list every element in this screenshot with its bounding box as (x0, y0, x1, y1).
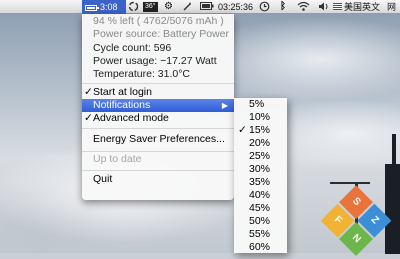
threshold-option[interactable]: 40% (234, 189, 287, 202)
input-method-label[interactable]: 美国英文 (344, 1, 380, 13)
threshold-option[interactable]: 25% (234, 150, 287, 163)
building-silhouette (385, 164, 400, 254)
checkmark-icon: ✓ (84, 86, 93, 98)
threshold-label: 45% (249, 202, 271, 214)
info-power-usage: Power usage: −17.27 Watt (93, 55, 217, 67)
threshold-option[interactable]: 30% (234, 163, 287, 176)
threshold-label: 50% (249, 215, 271, 227)
info-power-source: Power source: Battery Power (93, 28, 229, 40)
battery-dropdown-menu: 94 % left ( 4762/5076 mAh ) Power source… (82, 14, 234, 200)
checkmark-icon: ✓ (84, 112, 93, 124)
gear-icon[interactable]: ⚙ (164, 1, 173, 13)
threshold-label: 60% (249, 241, 271, 253)
threshold-option[interactable]: 5% (234, 98, 287, 111)
threshold-label: 30% (249, 163, 271, 175)
advanced-mode-label: Advanced mode (93, 112, 169, 124)
notifications-label: Notifications (93, 99, 151, 111)
threshold-label: 25% (249, 150, 271, 162)
threshold-option[interactable]: 50% (234, 215, 287, 228)
threshold-option[interactable]: 10% (234, 111, 287, 124)
threshold-label: 10% (249, 111, 271, 123)
start-at-login-label: Start at login (93, 86, 152, 98)
threshold-label: 40% (249, 189, 271, 201)
advanced-mode-item[interactable]: ✓ Advanced mode (82, 112, 234, 125)
crane-silhouette (330, 182, 370, 184)
time-machine-icon[interactable] (259, 1, 270, 13)
info-temperature: Temperature: 31.0°C (93, 68, 190, 80)
threshold-option[interactable]: 35% (234, 176, 287, 189)
menu-separator (82, 151, 234, 152)
notifications-item[interactable]: Notifications ▶ (82, 99, 234, 112)
wifi-icon[interactable] (297, 1, 310, 13)
notifications-submenu: 5% 10% ✓ 15% 20% 25% 30% 35% 40% 45% 50%… (234, 98, 287, 253)
volume-icon[interactable] (318, 1, 330, 13)
menu-bar: 3:08 36° ⚙ 03:25:36 ᛒ 美国英文 网 (0, 0, 400, 14)
up-to-date-item: Up to date (93, 153, 142, 165)
clock[interactable]: 03:25:36 (218, 1, 253, 13)
menu-separator (82, 83, 234, 84)
energy-saver-item[interactable]: Energy Saver Preferences... (82, 133, 234, 146)
quit-item[interactable]: Quit (82, 173, 234, 186)
info-cycle-count: Cycle count: 596 (93, 42, 172, 54)
threshold-option[interactable]: 60% (234, 241, 287, 254)
threshold-label: 35% (249, 176, 271, 188)
threshold-label: 55% (249, 228, 271, 240)
threshold-label: 15% (249, 124, 271, 136)
menu-separator (82, 128, 234, 129)
checkmark-icon: ✓ (238, 124, 247, 136)
threshold-label: 5% (249, 98, 265, 110)
building-silhouette (392, 134, 396, 174)
bluetooth-icon[interactable]: ᛒ (280, 1, 286, 13)
start-at-login-item[interactable]: ✓ Start at login (82, 86, 234, 99)
cpu-temp-badge[interactable]: 36° (143, 2, 158, 12)
threshold-option-selected[interactable]: ✓ 15% (234, 124, 287, 137)
battery-status-icon[interactable] (200, 1, 214, 13)
threshold-option[interactable]: 45% (234, 202, 287, 215)
flag-icon (333, 3, 342, 10)
battery-time: 3:08 (100, 2, 118, 12)
battery-icon (85, 4, 99, 11)
submenu-arrow-icon: ▶ (221, 101, 228, 110)
cpu-temp-value: 36° (145, 3, 156, 10)
threshold-option[interactable]: 20% (234, 137, 287, 150)
wand-icon[interactable] (182, 1, 193, 13)
menubar-extra-label[interactable]: 网 (387, 1, 396, 13)
threshold-label: 20% (249, 137, 271, 149)
sync-icon[interactable] (128, 1, 139, 13)
threshold-option[interactable]: 55% (234, 228, 287, 241)
info-charge: 94 % left ( 4762/5076 mAh ) (93, 15, 224, 27)
battery-menu-extra[interactable]: 3:08 (82, 0, 126, 14)
menu-separator (82, 170, 234, 171)
